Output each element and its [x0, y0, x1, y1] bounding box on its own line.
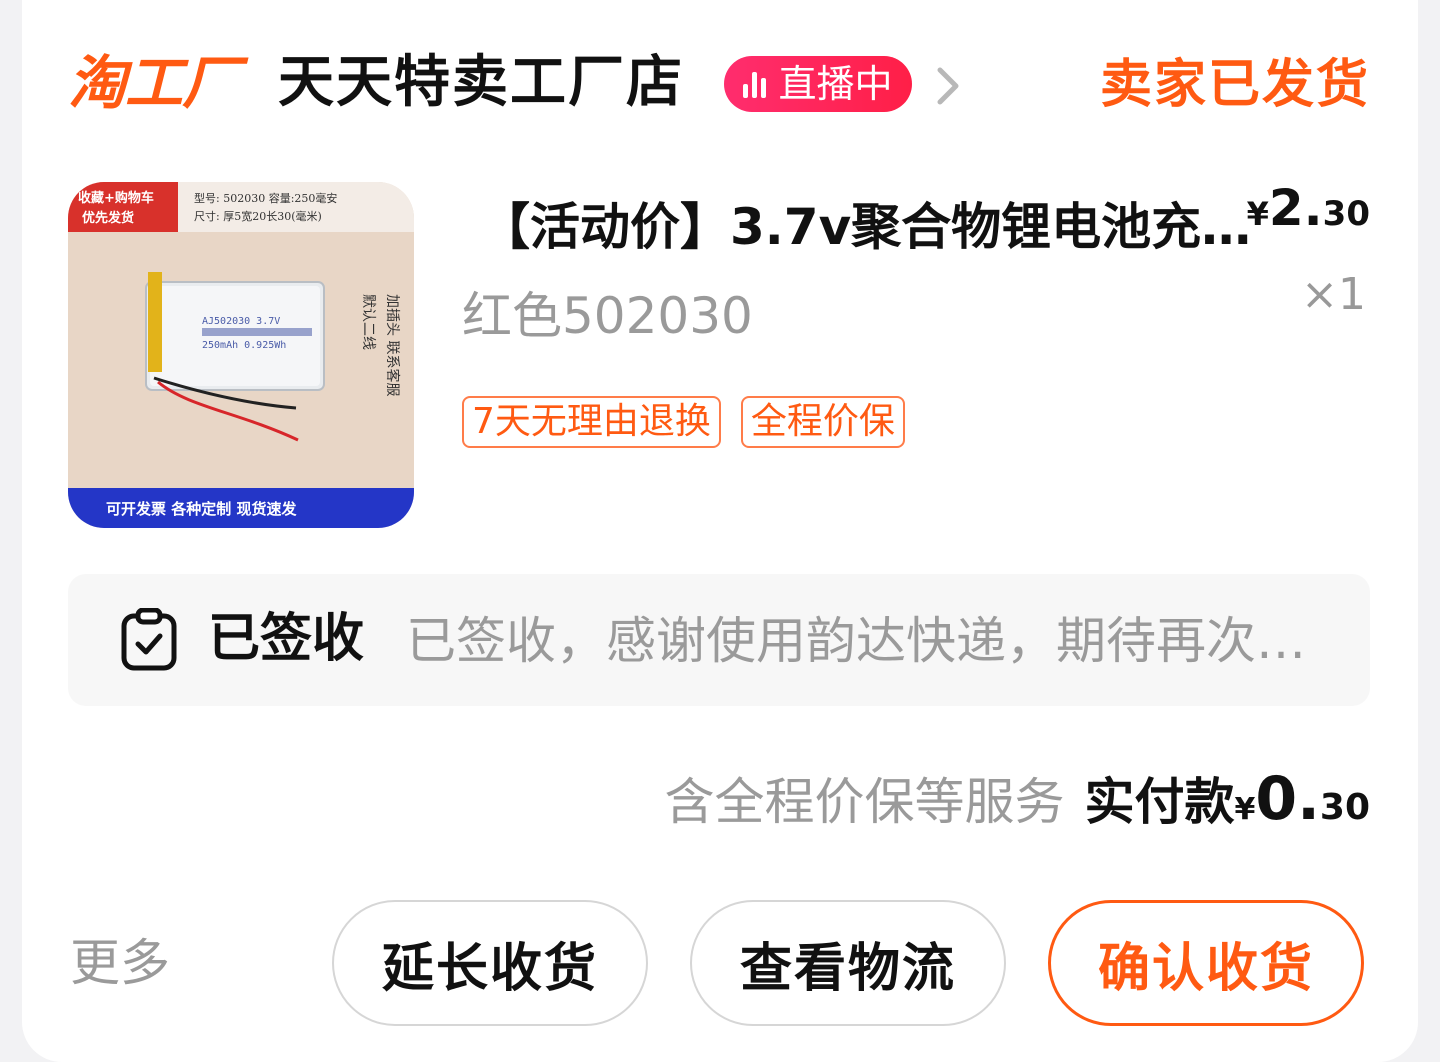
logistics-description: 已签收，感谢使用韵达快递，期待再次为您服务: [406, 612, 1326, 670]
clipboard-check-icon: [121, 608, 177, 671]
price-decimal: 30: [1322, 194, 1370, 234]
quantity: ×1: [1301, 269, 1366, 320]
more-button[interactable]: 更多: [70, 930, 170, 996]
corner-label-2: 优先发货: [82, 210, 134, 226]
payment-decimal: 30: [1319, 787, 1370, 828]
view-logistics-button[interactable]: 查看物流: [690, 900, 1006, 1026]
shop-name[interactable]: 天天特卖工厂店: [278, 48, 684, 118]
payment-note: 含全程价保等服务: [664, 773, 1065, 831]
unit-price: ¥2.30: [1247, 178, 1370, 250]
corner-label-1: 收藏+购物车: [78, 190, 154, 206]
tag-price-protection: 全程价保: [740, 396, 905, 448]
service-tags: 7天无理由退换 全程价保: [462, 396, 925, 448]
confirm-receipt-button[interactable]: 确认收货: [1048, 900, 1364, 1026]
side-note-2: 加插头 联系客服: [384, 294, 401, 396]
live-badge[interactable]: 直播中: [724, 56, 912, 112]
logistics-status: 已签收: [208, 609, 365, 669]
product-title[interactable]: 【活动价】3.7v聚合物锂电池充电电池: [480, 192, 1260, 262]
live-label: 直播中: [778, 62, 893, 106]
spec-line-1: 型号: 502030 容量:250毫安: [194, 191, 337, 205]
order-card: 淘工厂 天天特卖工厂店 直播中 卖家已发货 收藏+购物车 优先发货 型号: 50…: [22, 0, 1418, 1062]
battery-print-1: AJ502030 3.7V: [202, 316, 280, 327]
taogongchang-logo: 淘工厂: [68, 49, 240, 117]
logistics-bar[interactable]: 已签收 已签收，感谢使用韵达快递，期待再次为您服务: [68, 574, 1370, 706]
sku-spec: 红色502030: [462, 287, 753, 345]
price-integer: 2.: [1268, 179, 1323, 237]
payment-currency: ¥: [1234, 792, 1256, 827]
payment-integer: 0.: [1255, 764, 1320, 834]
payment-summary: 含全程价保等服务 实付款 ¥ 0. 30: [664, 762, 1370, 834]
footer-text: 可开发票 各种定制 现货速发: [106, 500, 297, 518]
chevron-right-icon[interactable]: [928, 62, 968, 110]
tag-no-reason-return: 7天无理由退换: [462, 396, 721, 448]
extend-receipt-button[interactable]: 延长收货: [332, 900, 648, 1026]
price-currency: ¥: [1246, 195, 1269, 233]
side-note-1: 默认二线: [360, 294, 376, 350]
product-image[interactable]: 收藏+购物车 优先发货 型号: 502030 容量:250毫安 尺寸: 厚5宽2…: [68, 182, 414, 528]
order-status: 卖家已发货: [1099, 55, 1370, 115]
live-bars-icon: [743, 70, 770, 98]
payment-label: 实付款: [1084, 773, 1235, 831]
spec-line-2: 尺寸: 厚5宽20长30(毫米): [194, 209, 322, 223]
battery-print-2: 250mAh 0.925Wh: [202, 340, 286, 351]
